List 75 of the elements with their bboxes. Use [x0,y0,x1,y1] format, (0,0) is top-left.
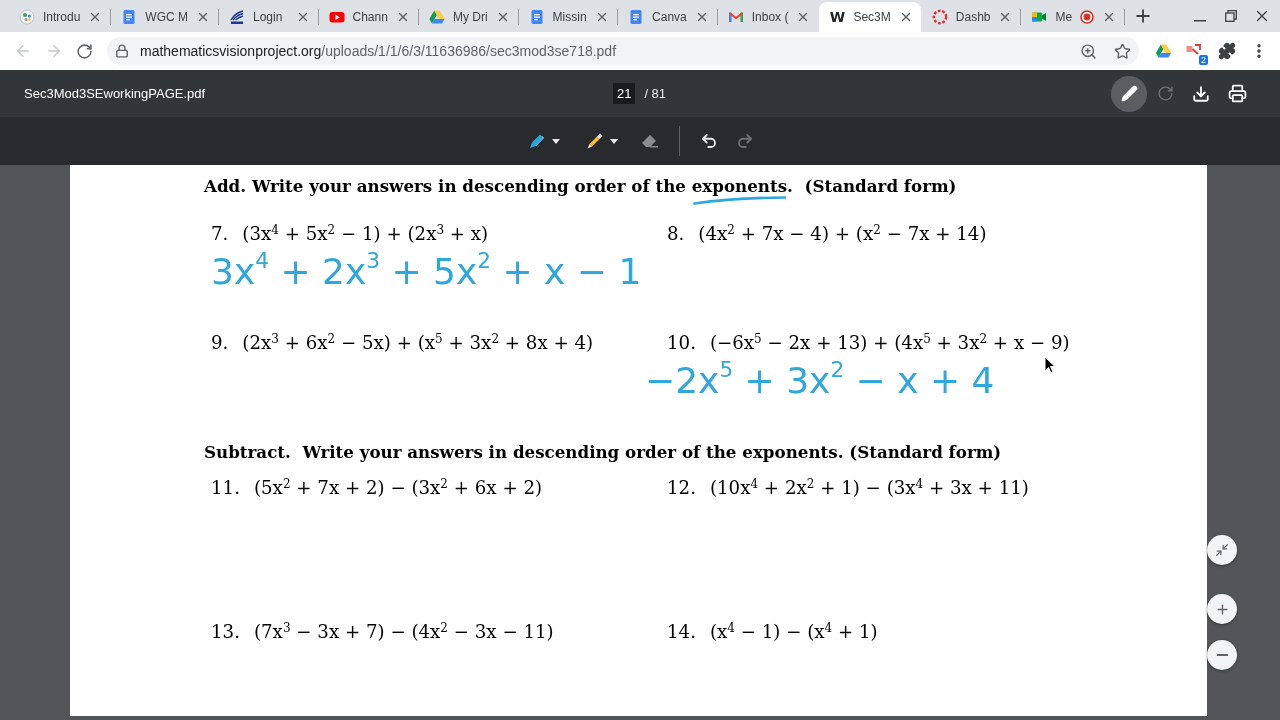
problem-expression: (7x$^{3}$ − 3x + 7) − (4x$^{2}$ − 3x − 11) [253,620,554,644]
problem-number: 9. [211,331,229,355]
browser-tab[interactable]: W Sec3M [819,2,921,32]
handwritten-answer: 3x$^{4}$ + 2x$^{3}$ + 5x$^{2}$ + x − 1 [211,246,642,294]
annotate-button[interactable] [1111,75,1147,112]
mouse-pointer-icon [1044,356,1056,374]
mail-icon [727,9,744,25]
page-count: / 81 [644,86,667,101]
document-icon [628,9,645,25]
document-icon [121,9,138,25]
browser-tab[interactable]: WGC M [111,2,218,32]
problem-number: 12. [667,476,696,500]
page-number-field[interactable]: 21 [612,83,636,104]
browser-tab[interactable]: My Dri [418,2,518,32]
problem-expression: (2x$^{3}$ + 6x$^{2}$ − 5x) + (x$^{5}$ + 3x$^{2}$ + 8x + 4) [242,331,594,355]
favicon-logo: W [829,9,846,25]
pen-icon [528,132,546,150]
problem-expression: (x$^{4}$ − 1) − (x$^{4}$ + 1) [709,620,878,644]
browser-tab[interactable]: Chann [318,2,418,32]
section-heading: Add. Write your answers in descending order of the exponents. (Standard form) [204,175,957,198]
inward-arrows-icon [1215,543,1229,557]
problem-number: 7. [211,222,229,246]
problem-number: 14. [667,620,696,644]
close-icon[interactable] [196,10,210,24]
zoom-in-icon[interactable] [1080,42,1097,60]
problem-expression: (3x$^{4}$ + 5x$^{2}$ − 1) + (2x$^{3}$ + x) [242,222,489,246]
section-heading: Subtract. Write your answers in descending order of the exponents. (Standard form) [204,441,1002,464]
restore-icon[interactable] [1224,10,1237,22]
star-icon[interactable] [1114,42,1131,60]
browser-tab[interactable]: Introdu [9,2,111,32]
problem-number: 13. [211,620,240,644]
zoom-out-button[interactable] [1207,640,1237,670]
browser-tab[interactable]: Canva [618,2,717,32]
triangle-logo-icon [428,9,445,25]
minus-icon [1216,654,1228,656]
dashed-circle-icon [931,9,948,25]
colorful-circle-icon [19,9,35,25]
highlighter-tool[interactable] [586,132,618,150]
triangle-logo-icon[interactable] [1154,43,1172,59]
problem-expression: (−6x$^{5}$ − 2x + 13) + (4x$^{5}$ + 3x$^{2}$ + x − 9) [709,331,1070,355]
extension-badge: 2 [1199,55,1208,65]
browser-tab[interactable]: Login [219,2,318,32]
undo-icon[interactable] [700,132,718,150]
zoom-in-button[interactable] [1207,594,1237,624]
address-bar[interactable]: mathematicsvisionproject.org/uploads/1/1/6/3/11636986/sec3mod3se718.pdf [107,37,1139,65]
arc-logo-icon [229,9,245,25]
pen-tool[interactable] [528,132,560,150]
problem-expression: (10x$^{4}$ + 2x$^{2}$ + 1) − (3x$^{4}$ + 3x + 11) [709,476,1029,500]
lock-icon [115,44,129,58]
document-icon [528,9,545,25]
pencil-icon [1120,85,1138,102]
browser-tab[interactable]: Missin [518,2,618,32]
print-icon[interactable] [1227,84,1247,103]
problem-expression: (4x$^{2}$ + 7x − 4) + (x$^{2}$ − 7x + 14) [698,222,987,246]
problem-number: 8. [667,222,685,246]
puzzle-icon[interactable] [1218,42,1236,60]
problem-number: 10. [667,331,696,355]
highlighter-icon [586,132,604,150]
plus-icon [1214,601,1230,617]
fit-page-button[interactable] [1207,535,1237,565]
minimize-icon[interactable] [1193,20,1206,22]
problem-number: 11. [211,476,240,500]
browser-tab[interactable]: Me [1021,2,1125,32]
browser-tab[interactable]: Dashb [921,2,1021,32]
caret-icon [610,138,618,144]
download-icon[interactable] [1192,84,1210,103]
handwritten-answer: −2x$^{5}$ + 3x$^{2}$ − x + 4 [645,355,995,403]
eraser-icon[interactable] [641,133,659,149]
browser-tab[interactable]: Inbox ( [717,2,819,32]
play-button-icon [328,9,345,25]
reload-icon[interactable] [76,42,93,60]
document-title: Sec3Mod3SEworkingPAGE.pdf [24,86,207,101]
caret-icon [552,138,560,144]
url-text: mathematicsvisionproject.org/uploads/1/1/6/3/11636986/sec3mod3se718.pdf [140,43,618,59]
problem-expression: (5x$^{2}$ + 7x + 2) − (3x$^{2}$ + 6x + 2) [253,476,543,500]
